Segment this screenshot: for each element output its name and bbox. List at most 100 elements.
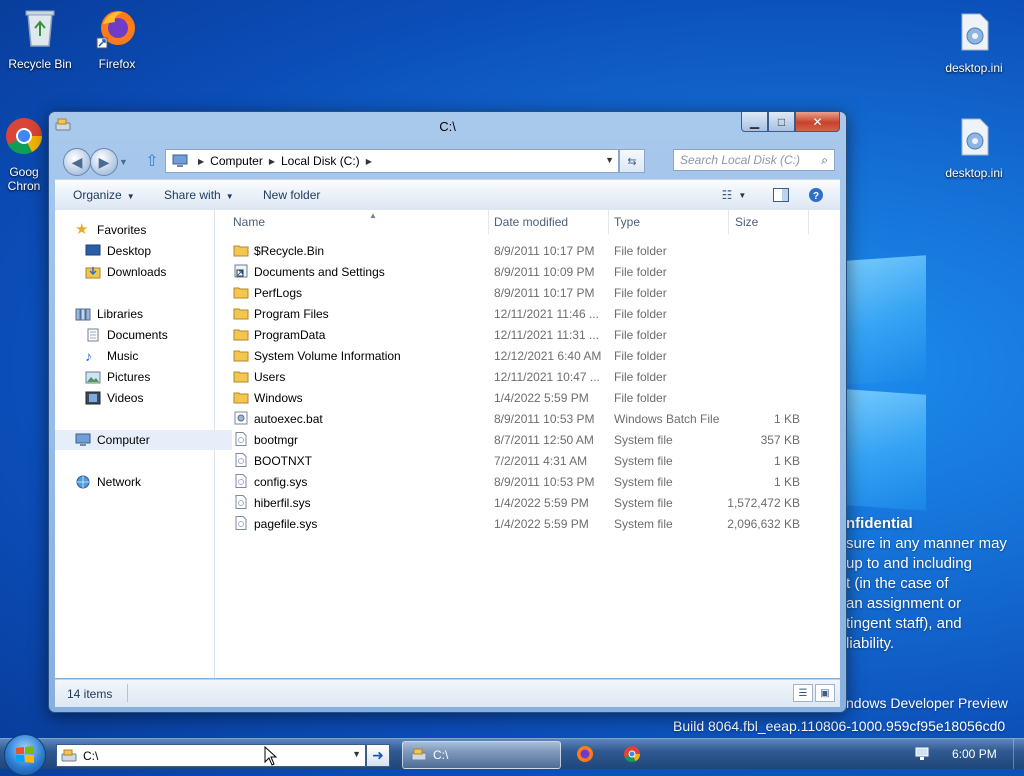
organize-button[interactable]: Organize ▼ (73, 188, 135, 202)
nav-network[interactable]: Network (55, 472, 232, 492)
search-icon[interactable]: ⌕ (821, 153, 828, 168)
file-date: 1/4/2022 5:59 PM (494, 496, 589, 510)
nav-downloads-label: Downloads (107, 265, 167, 279)
column-divider[interactable] (488, 210, 489, 234)
table-row[interactable]: bootmgr 8/7/2011 12:50 AM System file 357 K… (215, 429, 840, 450)
share-with-button[interactable]: Share with ▼ (164, 188, 234, 202)
nav-favorites-label: Favorites (97, 223, 147, 237)
breadcrumb-computer[interactable]: Computer (210, 154, 263, 168)
column-divider[interactable] (608, 210, 609, 234)
watermark-line: liability. (846, 635, 895, 652)
nav-favorites[interactable]: ★ Favorites (55, 220, 232, 240)
show-desktop-button[interactable] (1013, 739, 1024, 769)
chrome-icon (6, 118, 42, 155)
search-input[interactable]: Search Local Disk (C:) ⌕ (673, 149, 835, 171)
file-type: File folder (614, 286, 667, 300)
column-header-type[interactable]: Type (614, 215, 640, 233)
svg-text:?: ? (813, 191, 819, 202)
window-title: C:\ (439, 119, 456, 134)
table-row[interactable]: Users 12/11/2021 10:47 ... File folder (215, 366, 840, 387)
chrome-taskbar-icon[interactable] (623, 745, 641, 763)
nav-music[interactable]: ♪ Music (55, 346, 242, 366)
desktop-icon-chrome[interactable]: Goog Chron (0, 114, 54, 193)
address-dropdown-icon[interactable]: ▼ (605, 155, 614, 165)
address-toolbar-input[interactable]: C:\ ▼ (56, 744, 366, 767)
column-size-label: Size (735, 215, 759, 229)
nav-downloads[interactable]: Downloads (55, 262, 242, 282)
table-row[interactable]: autoexec.bat 8/9/2011 10:53 PM Windows Bat… (215, 408, 840, 429)
table-row[interactable]: Program Files 12/11/2021 11:46 ... File fo… (215, 303, 840, 324)
nav-pictures[interactable]: Pictures (55, 367, 242, 387)
nav-computer[interactable]: Computer (55, 430, 232, 450)
column-header-size[interactable]: Size (735, 215, 758, 233)
recent-pages-dropdown[interactable]: ▼ (119, 157, 128, 167)
nav-videos[interactable]: Videos (55, 388, 242, 408)
large-icons-view-button[interactable]: ▣ (815, 684, 835, 702)
maximize-button[interactable]: □ (768, 112, 795, 132)
folder-icon (233, 306, 249, 320)
table-row[interactable]: pagefile.sys 1/4/2022 5:59 PM System file 2… (215, 513, 840, 534)
desktop-icon-label: Recycle Bin (8, 57, 72, 71)
go-button[interactable]: ➜ (366, 744, 390, 767)
desktop-icon-firefox[interactable]: Firefox (77, 6, 157, 71)
breadcrumb-separator-icon[interactable]: ▶ (269, 157, 275, 166)
file-date: 1/4/2022 5:59 PM (494, 517, 589, 531)
file-type: System file (614, 475, 673, 489)
address-bar[interactable]: ▶ Computer ▶ Local Disk (C:) ▶ ▼ (165, 149, 619, 173)
shortcut-folder-icon (233, 264, 249, 278)
change-view-button[interactable]: ☷ ▼ (717, 187, 751, 203)
taskbar-explorer-button[interactable]: C:\ (402, 741, 561, 769)
column-type-label: Type (614, 215, 641, 229)
details-view-button[interactable]: ☰ (793, 684, 813, 702)
start-button[interactable] (4, 734, 46, 776)
file-list: ▲ Name Date modified Type Size $Recycle.… (215, 210, 840, 678)
preview-pane-button[interactable] (773, 187, 789, 203)
computer-icon (75, 433, 91, 446)
nav-documents-label: Documents (107, 328, 168, 342)
table-row[interactable]: ProgramData 12/11/2021 11:31 ... File fold… (215, 324, 840, 345)
breadcrumb-separator-icon[interactable]: ▶ (198, 157, 204, 166)
title-bar[interactable]: C:\ ▁ □ ✕ (49, 112, 846, 142)
minimize-button[interactable]: ▁ (741, 112, 768, 132)
clock[interactable]: 6:00 PM (952, 747, 997, 761)
table-row[interactable]: hiberfil.sys 1/4/2022 5:59 PM System file 1… (215, 492, 840, 513)
table-row[interactable]: System Volume Information 12/12/2021 6:40… (215, 345, 840, 366)
breadcrumb-separator-icon[interactable]: ▶ (366, 157, 372, 166)
arrow-right-icon: ▶ (98, 153, 110, 170)
desktop-icon-desktop-ini-2[interactable]: desktop.ini (934, 115, 1014, 180)
desktop-icon-recycle-bin[interactable]: Recycle Bin (0, 6, 80, 71)
organize-label: Organize (73, 188, 122, 202)
table-row[interactable]: config.sys 8/9/2011 10:53 PM System file 1 … (215, 471, 840, 492)
explorer-window[interactable]: C:\ ▁ □ ✕ ◀ ▶ ▼ ⇧ ▶ Computer ▶ Local Dis… (48, 111, 847, 713)
table-row[interactable]: PerfLogs 8/9/2011 10:17 PM File folder (215, 282, 840, 303)
column-divider[interactable] (808, 210, 809, 234)
nav-documents[interactable]: Documents (55, 325, 242, 345)
column-divider[interactable] (728, 210, 729, 234)
computer-icon (172, 154, 188, 167)
refresh-button[interactable]: ⇆ (619, 149, 645, 173)
forward-button[interactable]: ▶ (90, 148, 118, 176)
column-header-name[interactable]: ▲ Name (233, 211, 488, 233)
downloads-icon (85, 267, 101, 279)
nav-libraries[interactable]: Libraries (55, 304, 232, 324)
network-tray-icon[interactable] (914, 745, 932, 763)
table-row[interactable]: $Recycle.Bin 8/9/2011 10:17 PM File folder (215, 240, 840, 261)
file-name: Program Files (254, 307, 329, 321)
nav-desktop[interactable]: Desktop (55, 241, 242, 261)
back-button[interactable]: ◀ (63, 148, 91, 176)
desktop-icon-desktop-ini-1[interactable]: desktop.ini (934, 10, 1014, 75)
file-name: Users (254, 370, 286, 384)
table-row[interactable]: Documents and Settings 8/9/2011 10:09 PM F… (215, 261, 840, 282)
table-row[interactable]: BOOTNXT 7/2/2011 4:31 AM System file 1 KB (215, 450, 840, 471)
up-button[interactable]: ⇧ (143, 151, 161, 170)
address-toolbar-dropdown-icon[interactable]: ▼ (352, 749, 361, 759)
table-row[interactable]: Windows 1/4/2022 5:59 PM File folder (215, 387, 840, 408)
help-button[interactable]: ? (808, 187, 824, 203)
column-header-date[interactable]: Date modified (494, 215, 568, 233)
system-file-icon (233, 432, 249, 446)
close-button[interactable]: ✕ (795, 112, 840, 132)
firefox-taskbar-icon[interactable] (576, 745, 594, 763)
new-folder-button[interactable]: New folder (263, 188, 320, 202)
breadcrumb-local-disk[interactable]: Local Disk (C:) (281, 154, 360, 168)
file-size: 357 KB (760, 433, 800, 447)
